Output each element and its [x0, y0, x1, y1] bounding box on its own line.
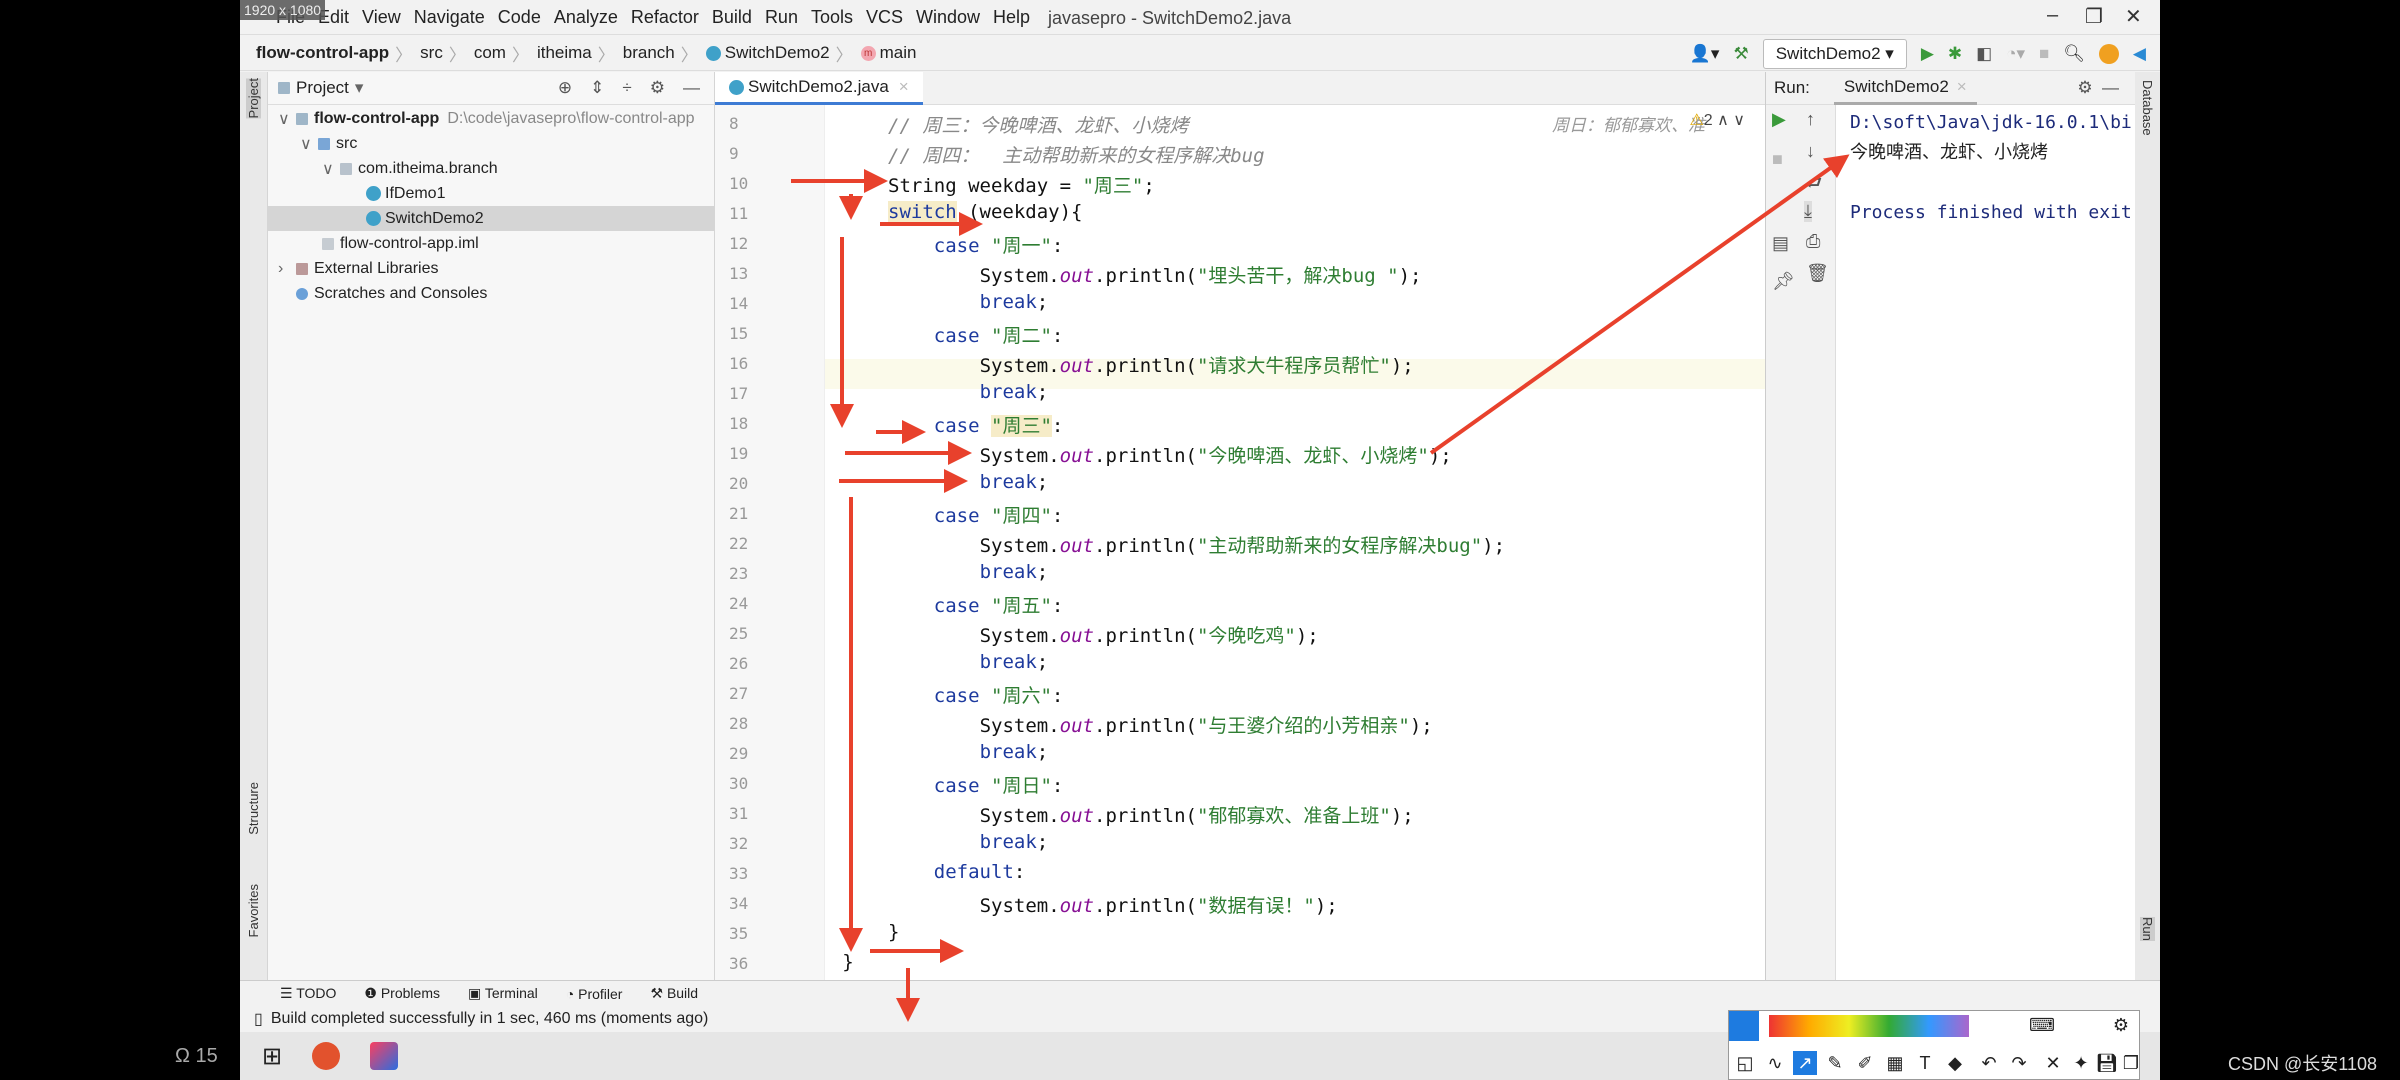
arrow-to-console	[1429, 154, 1850, 455]
annotation-arrows	[791, 154, 1850, 1022]
